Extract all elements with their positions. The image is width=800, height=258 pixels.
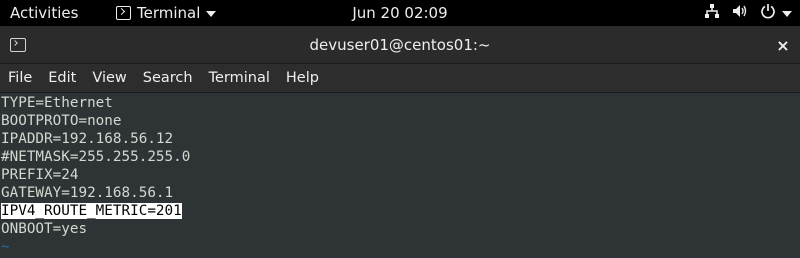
window-title: devuser01@centos01:~ [309,36,491,54]
terminal-line: GATEWAY=192.168.56.1 [1,185,174,201]
menubar: File Edit View Search Terminal Help [0,64,800,92]
system-status-area[interactable] [692,0,792,26]
terminal-line: IPADDR=192.168.56.12 [1,131,174,147]
terminal-icon [116,6,131,20]
chevron-down-icon [782,11,792,17]
network-icon [704,3,720,23]
terminal-line: TYPE=Ethernet [1,95,113,111]
terminal-line: PREFIX=24 [1,167,79,183]
app-menu-label: Terminal [137,4,201,22]
volume-icon [732,3,748,23]
terminal-area[interactable]: TYPE=Ethernet BOOTPROTO=none IPADDR=192.… [0,92,800,258]
terminal-line: BOOTPROTO=none [1,113,122,129]
terminal-line: #NETMASK=255.255.255.0 [1,149,191,165]
clock-button[interactable]: Jun 20 02:09 [352,4,447,22]
activities-button[interactable]: Activities [10,0,78,26]
terminal-line: ONBOOT=yes [1,221,88,237]
close-button[interactable]: × [772,34,794,56]
gnome-top-bar: Activities Terminal Jun 20 02:09 [0,0,800,26]
terminal-line-highlighted: IPV4_ROUTE_METRIC=201 [1,203,182,219]
menu-view[interactable]: View [84,64,134,92]
menu-terminal[interactable]: Terminal [201,64,278,92]
menu-help[interactable]: Help [278,64,327,92]
activities-label: Activities [10,4,79,22]
app-menu-button[interactable]: Terminal [116,0,217,26]
power-icon [760,3,776,23]
menu-file[interactable]: File [0,64,40,92]
menu-edit[interactable]: Edit [40,64,84,92]
chevron-down-icon [206,11,217,17]
menu-search[interactable]: Search [135,64,201,92]
window-titlebar[interactable]: devuser01@centos01:~ × [0,26,800,64]
empty-line-marker: ~ [1,239,10,255]
